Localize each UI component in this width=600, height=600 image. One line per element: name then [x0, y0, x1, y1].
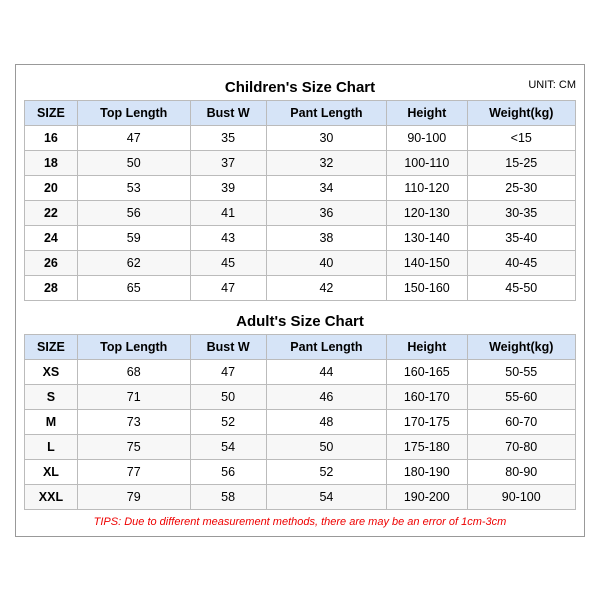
children-col-weight: Weight(kg) — [467, 100, 576, 125]
children-header-row: SIZE Top Length Bust W Pant Length Heigh… — [25, 100, 576, 125]
children-col-pant-length: Pant Length — [266, 100, 386, 125]
table-row: 26624540140-15040-45 — [25, 250, 576, 275]
children-title-text: Children's Size Chart — [225, 79, 375, 96]
table-row: XL775652180-19080-90 — [25, 459, 576, 484]
table-row: 18503732100-11015-25 — [25, 150, 576, 175]
chart-container: Children's Size Chart UNIT: CM SIZE Top … — [15, 64, 585, 537]
adults-title: Adult's Size Chart — [24, 307, 576, 334]
table-row: 1647353090-100<15 — [25, 125, 576, 150]
adults-col-weight: Weight(kg) — [467, 334, 576, 359]
adults-title-text: Adult's Size Chart — [236, 313, 364, 330]
adults-col-height: Height — [387, 334, 467, 359]
adults-table: SIZE Top Length Bust W Pant Length Heigh… — [24, 334, 576, 510]
children-col-top-length: Top Length — [77, 100, 190, 125]
adults-col-bust-w: Bust W — [190, 334, 266, 359]
children-table: SIZE Top Length Bust W Pant Length Heigh… — [24, 100, 576, 301]
adults-col-pant-length: Pant Length — [266, 334, 386, 359]
adults-col-size: SIZE — [25, 334, 78, 359]
children-col-bust-w: Bust W — [190, 100, 266, 125]
table-row: 28654742150-16045-50 — [25, 275, 576, 300]
adults-col-top-length: Top Length — [77, 334, 190, 359]
tips-text: TIPS: Due to different measurement metho… — [24, 516, 576, 528]
children-title: Children's Size Chart UNIT: CM — [24, 73, 576, 100]
unit-label: UNIT: CM — [528, 79, 576, 91]
table-row: M735248170-17560-70 — [25, 409, 576, 434]
children-col-height: Height — [387, 100, 467, 125]
table-row: 22564136120-13030-35 — [25, 200, 576, 225]
table-row: S715046160-17055-60 — [25, 384, 576, 409]
table-row: 24594338130-14035-40 — [25, 225, 576, 250]
adults-header-row: SIZE Top Length Bust W Pant Length Heigh… — [25, 334, 576, 359]
table-row: 20533934110-12025-30 — [25, 175, 576, 200]
table-row: XXL795854190-20090-100 — [25, 484, 576, 509]
table-row: L755450175-18070-80 — [25, 434, 576, 459]
children-col-size: SIZE — [25, 100, 78, 125]
table-row: XS684744160-16550-55 — [25, 359, 576, 384]
